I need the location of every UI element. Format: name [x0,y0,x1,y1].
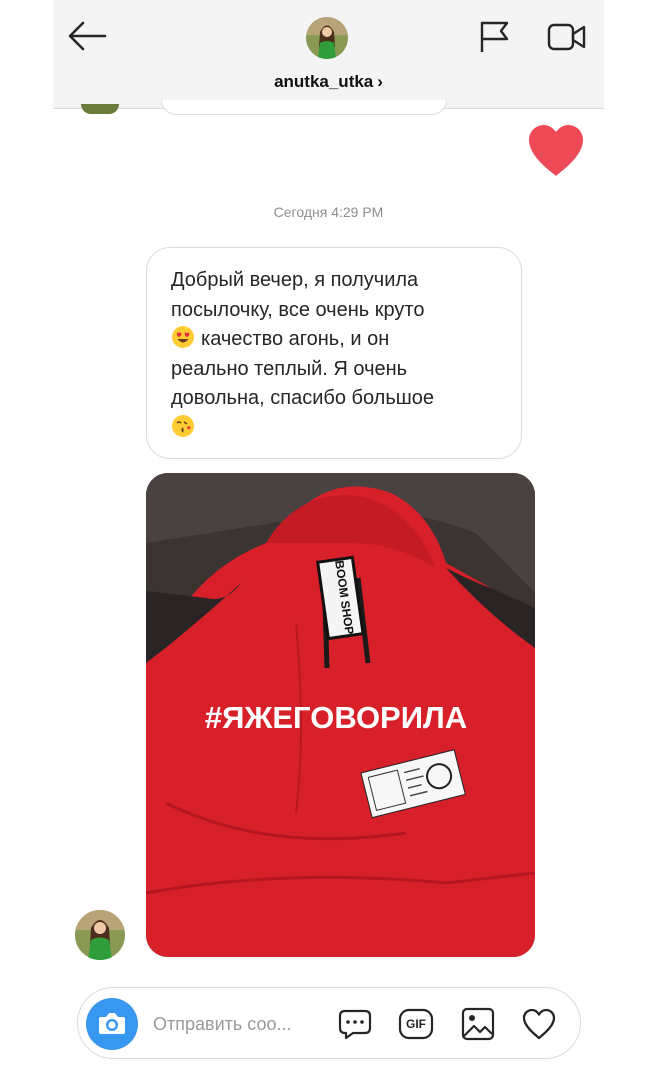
print-text: #ЯЖЕГОВОРИЛА [205,700,467,735]
message-line [171,414,497,444]
kissing-heart-emoji-icon [172,414,194,437]
sender-avatar[interactable] [75,910,125,960]
heart-reaction[interactable] [527,124,585,178]
direct-thread-screen: anutka_utka › Сегодня 4:29 PM Добрый вече… [53,0,604,1065]
message-line: качество агонь, и он [171,325,497,355]
gallery-button[interactable] [460,1007,496,1041]
thread-username[interactable]: anutka_utka › [53,72,604,92]
message-composer: GIF [77,987,581,1059]
message-timestamp: Сегодня 4:29 PM [273,204,384,220]
video-call-button[interactable] [547,20,587,54]
username-text: anutka_utka [274,72,374,91]
like-button[interactable] [521,1007,557,1041]
chevron-right-icon: › [377,72,383,91]
message-bubble[interactable]: Добрый вечер, я получила посылочку, все … [146,247,522,459]
sticker-button[interactable] [337,1007,373,1041]
camera-icon [99,1013,125,1034]
header-avatar[interactable] [306,17,348,59]
video-camera-icon [547,23,586,51]
photo-message[interactable]: BOOM SHOP #ЯЖЕГОВОРИЛА [146,473,535,957]
chat-bubble-icon [338,1009,372,1040]
message-line: реально теплый. Я очень [171,357,408,380]
gif-button[interactable]: GIF [398,1007,434,1041]
hoodie-photo: BOOM SHOP #ЯЖЕГОВОРИЛА [146,473,535,957]
heart-icon [529,125,583,176]
image-icon [461,1007,495,1041]
flag-button[interactable] [477,20,511,54]
message-line: Добрый вечер, я получила [171,269,419,291]
thread-header: anutka_utka › [53,0,604,109]
message-input[interactable] [153,1012,328,1036]
flag-icon [480,21,509,52]
previous-message-bubble [161,100,447,115]
gif-label: GIF [406,1017,426,1031]
heart-outline-icon [522,1008,556,1040]
message-line: посылочку, все очень круто [171,298,425,321]
arrow-left-icon [68,21,107,51]
message-line-text: качество агонь, и он [201,328,390,350]
message-line: довольна, спасибо большое [171,387,435,409]
heart-eyes-emoji-icon [172,326,194,348]
previous-message-avatar [81,104,119,114]
back-button[interactable] [67,20,107,52]
camera-button[interactable] [86,998,138,1050]
